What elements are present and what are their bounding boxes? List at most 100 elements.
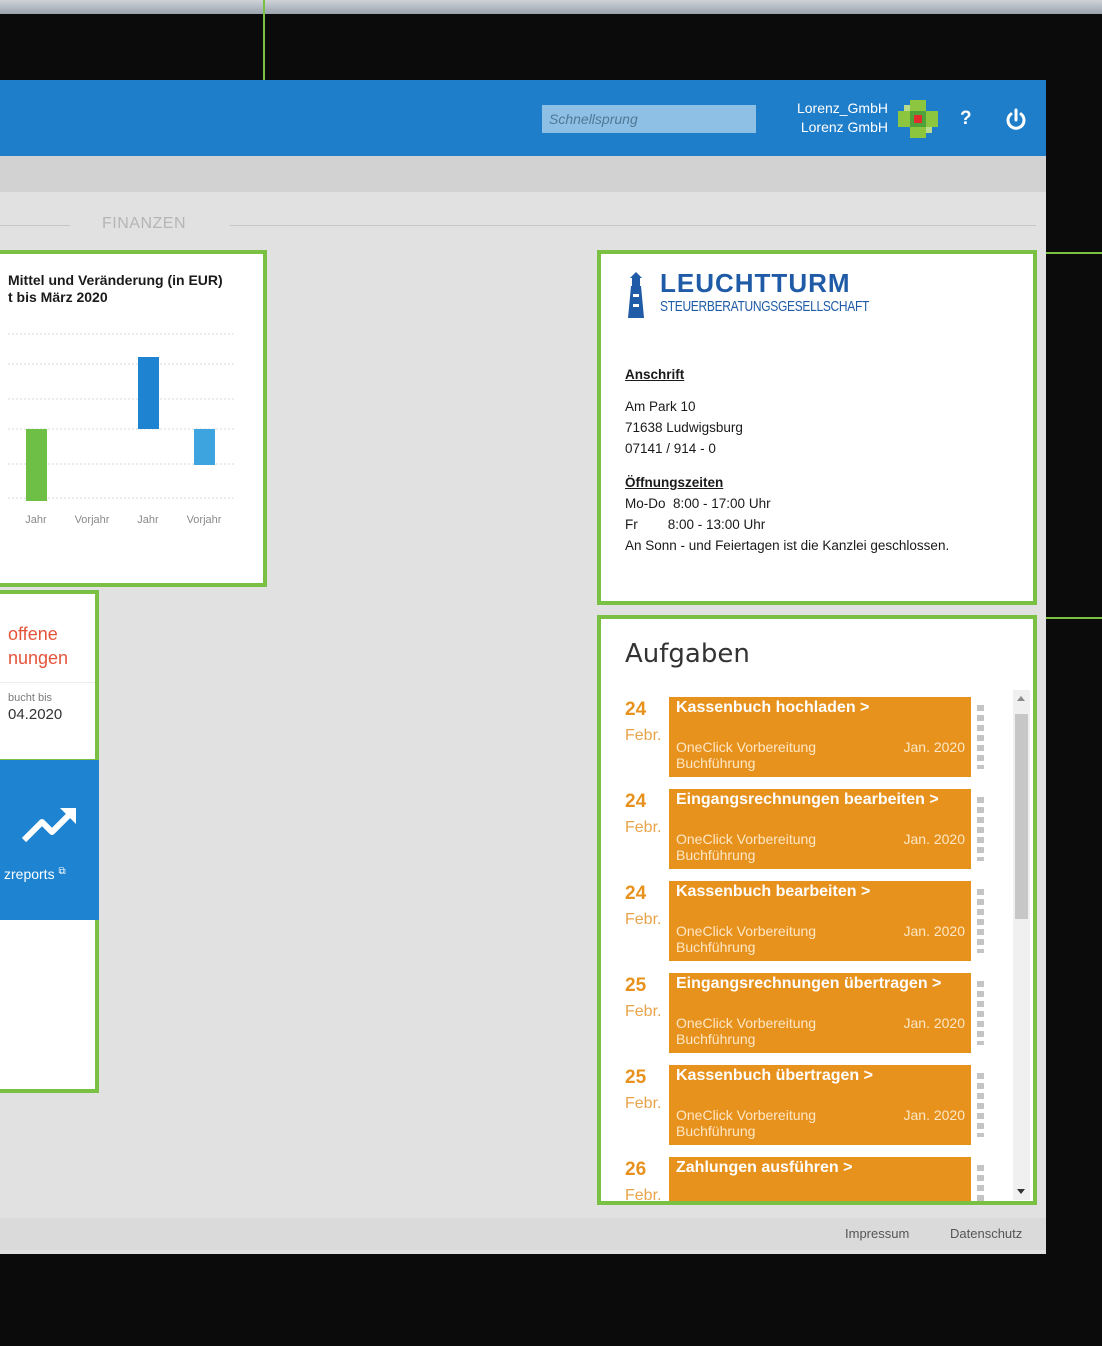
quickjump-input[interactable] [542, 105, 756, 133]
section-title: FINANZEN [102, 215, 186, 232]
task-area: Buchführung [676, 1123, 756, 1139]
phone: 07141 / 914 - 0 [625, 441, 716, 456]
user-login: Lorenz_GmbH [796, 100, 888, 116]
drag-handle[interactable] [977, 889, 984, 953]
task-category: OneClick Vorbereitung [676, 1015, 817, 1031]
drag-handle[interactable] [977, 981, 984, 1045]
scrollbar[interactable] [1013, 690, 1030, 1200]
task-title[interactable]: Eingangsrechnungen übertragen > [676, 975, 941, 993]
task-card[interactable]: Kassenbuch übertragen > OneClick Vorberei… [669, 1065, 971, 1145]
task-period: Jan. 2020 [903, 831, 966, 847]
chart-bar[interactable] [194, 429, 215, 465]
task-title[interactable]: Kassenbuch hochladen > [676, 699, 869, 717]
booked-label: bucht bis [8, 692, 53, 704]
tasks-title: Aufgaben [625, 639, 750, 669]
lighthouse-icon [628, 272, 644, 318]
task-day: 24 [625, 791, 647, 812]
footer: Impressum Datenschutz [0, 1218, 1046, 1250]
divider [0, 682, 95, 683]
datenschutz-link[interactable]: Datenschutz [950, 1226, 1022, 1241]
drag-handle[interactable] [977, 1165, 984, 1201]
task-category: OneClick Vorbereitung [676, 1107, 817, 1123]
task-day: 24 [625, 883, 647, 904]
task-category: OneClick Vorbereitung [676, 831, 817, 847]
open-invoices-title-line1: offene [8, 624, 58, 644]
chart-title-line1: Mittel und Veränderung (in EUR) [8, 272, 223, 288]
bar-chart: Jahr Vorjahr Jahr Vorjahr [8, 333, 234, 526]
drag-handle[interactable] [977, 1073, 984, 1137]
reports-card [0, 920, 99, 1093]
task-item[interactable]: 24 Febr. Eingangsrechnungen bearbeiten > On… [625, 789, 984, 871]
task-month: Febr. [625, 727, 662, 744]
task-category: OneClick Vorbereitung [676, 1199, 816, 1201]
chart-title: Mittel und Veränderung (in EUR) t bis Mä… [8, 272, 258, 306]
tasks-card: Aufgaben 24 Febr. Kassenbuch hochladen > On… [597, 615, 1037, 1205]
hours-fri: Fr 8:00 - 13:00 Uhr [625, 517, 766, 532]
address-lines: Am Park 10 71638 Ludwigsburg 07141 / 914… [625, 396, 743, 459]
callout-line [1037, 252, 1102, 254]
avatar[interactable] [898, 100, 938, 138]
task-card[interactable]: Eingangsrechnungen bearbeiten > OneClick … [669, 789, 971, 869]
task-card[interactable]: Eingangsrechnungen übertragen > OneClick … [669, 973, 971, 1053]
hours-note: An Sonn - und Feiertagen ist die Kanzlei… [625, 538, 950, 553]
task-title[interactable]: Kassenbuch übertragen > [676, 1067, 873, 1085]
task-title[interactable]: Eingangsrechnungen bearbeiten > [676, 791, 939, 809]
impressum-link[interactable]: Impressum [845, 1226, 909, 1241]
task-item[interactable]: 25 Febr. Eingangsrechnungen übertragen > On… [625, 973, 984, 1055]
task-item[interactable]: 24 Febr. Kassenbuch bearbeiten > OneClick V… [625, 881, 984, 963]
open-invoices-title-line2: nungen [8, 648, 69, 668]
firm-info-card: LEUCHTTURM STEUERBERATUNGSGESELLSCHAFT A… [597, 250, 1037, 605]
drag-handle[interactable] [977, 705, 984, 769]
chart-bar[interactable] [138, 357, 159, 429]
hours-block: Öffnungszeiten Mo-Do 8:00 - 17:00 Uhr Fr… [625, 472, 949, 556]
task-card[interactable]: Zahlungen ausführen > OneClick Vorbereitu… [669, 1157, 971, 1201]
task-item[interactable]: 24 Febr. Kassenbuch hochladen > OneClick Vo… [625, 697, 984, 779]
scroll-thumb[interactable] [1015, 714, 1028, 919]
drag-handle[interactable] [977, 797, 984, 861]
firm-logo-title: LEUCHTTURM [660, 268, 851, 298]
chart-bar[interactable] [26, 429, 47, 501]
task-category: OneClick Vorbereitung [676, 739, 817, 755]
address-heading: Anschrift [625, 367, 685, 382]
x-tick-label: Vorjahr [75, 514, 110, 526]
scroll-up-icon[interactable] [1017, 696, 1025, 701]
help-button[interactable]: ? [960, 108, 972, 130]
task-area: Buchführung [676, 939, 756, 955]
task-area: Buchführung [676, 847, 756, 863]
scroll-down-icon[interactable] [1017, 1189, 1025, 1194]
task-month: Febr. [625, 1095, 662, 1112]
divider [230, 225, 1036, 226]
x-tick-label: Vorjahr [187, 514, 222, 526]
task-period: Jan. 2020 [903, 1107, 966, 1123]
user-info[interactable]: Lorenz_GmbH Lorenz GmbH [760, 99, 888, 137]
task-card[interactable]: Kassenbuch hochladen > OneClick Vorbereit… [669, 697, 971, 777]
sub-toolbar [0, 156, 1046, 192]
task-area: Buchführung [676, 755, 756, 771]
task-day: 25 [625, 975, 647, 996]
task-card[interactable]: Kassenbuch bearbeiten > OneClick Vorberei… [669, 881, 971, 961]
task-period: Jan. 2020 [904, 1199, 966, 1201]
booked-date: 04.2020 [8, 706, 63, 723]
hours-heading: Öffnungszeiten [625, 475, 724, 490]
task-item[interactable]: 26 Febr. Zahlungen ausführen > OneClick Vor… [625, 1157, 984, 1201]
x-tick-label: Jahr [137, 514, 159, 526]
task-month: Febr. [625, 819, 662, 836]
monitor-bezel [0, 0, 1102, 14]
callout-line [1037, 617, 1102, 619]
task-title[interactable]: Kassenbuch bearbeiten > [676, 883, 870, 901]
task-day: 25 [625, 1067, 647, 1088]
task-day: 24 [625, 699, 647, 720]
reports-tile[interactable]: zreports ⧉ [0, 760, 99, 920]
task-title[interactable]: Zahlungen ausführen > [676, 1159, 852, 1177]
city: 71638 Ludwigsburg [625, 420, 743, 435]
task-category: OneClick Vorbereitung [676, 923, 817, 939]
external-link-icon: ⧉ [58, 866, 66, 877]
chart-card[interactable]: Mittel und Veränderung (in EUR) t bis Mä… [0, 250, 267, 587]
power-icon[interactable] [1004, 108, 1028, 132]
open-invoices-card[interactable]: offene nungen bucht bis 04.2020 [0, 590, 99, 763]
task-month: Febr. [625, 911, 662, 928]
trend-up-icon [21, 808, 76, 843]
company-name: Lorenz GmbH [800, 119, 888, 135]
task-period: Jan. 2020 [903, 1015, 966, 1031]
task-item[interactable]: 25 Febr. Kassenbuch übertragen > OneClick V… [625, 1065, 984, 1147]
